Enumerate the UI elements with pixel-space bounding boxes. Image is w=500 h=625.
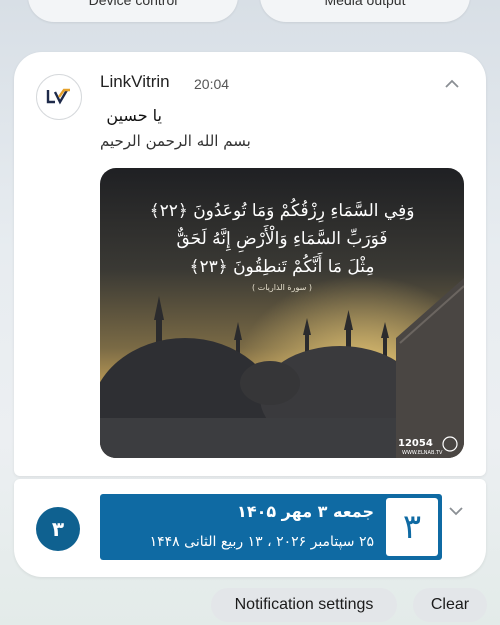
- notification-title: یا حسین: [106, 106, 162, 125]
- verse-line-1: وَفِي السَّمَاءِ رِزْقُكُمْ وَمَا تُوعَد…: [150, 198, 415, 223]
- calendar-date-card[interactable]: ۳ جمعه ۳ مهر ۱۴۰۵ ۲۵ سپتامبر ۲۰۲۶ ، ۱۳ ر…: [100, 494, 442, 560]
- app-name: LinkVitrin: [100, 72, 170, 91]
- verse-line-2: فَوَرَبِّ السَّمَاءِ وَالْأَرْضِ إِنَّهُ…: [176, 224, 387, 253]
- quick-tile-media-output[interactable]: Media output: [260, 0, 470, 22]
- notification-image[interactable]: وَفِي السَّمَاءِ رِزْقُكُمْ وَمَا تُوعَد…: [100, 168, 464, 458]
- expand-chevron-icon[interactable]: [444, 499, 468, 523]
- quick-tile-label: Device control: [88, 0, 178, 8]
- notification-body: بسم الله الرحمن الرحیم: [100, 132, 251, 150]
- persian-date: جمعه ۳ مهر ۱۴۰۵: [237, 502, 374, 521]
- gregorian-hijri-date: ۲۵ سپتامبر ۲۰۲۶ ، ۱۳ ربیع الثانی ۱۴۴۸: [149, 534, 374, 550]
- quick-tile-device-control[interactable]: Device control: [28, 0, 238, 22]
- calendar-notification-card[interactable]: ۳ ۳ جمعه ۳ مهر ۱۴۰۵ ۲۵ سپتامبر ۲۰۲۶ ، ۱۳…: [14, 479, 486, 577]
- site-watermark: WWW.ELNAB.TV: [402, 450, 443, 456]
- notification-settings-button[interactable]: Notification settings: [211, 588, 397, 622]
- calendar-app-icon: ۳: [36, 507, 80, 551]
- notification-time: 20:04: [194, 76, 230, 92]
- channel-id: 12054: [398, 438, 433, 449]
- clear-button[interactable]: Clear: [413, 588, 487, 622]
- verse-reference: ( سورة الذاريات ): [252, 283, 312, 292]
- linkvitrin-logo-icon: [36, 74, 82, 120]
- calendar-day-number: ۳: [386, 498, 438, 556]
- quick-tile-label: Media output: [324, 0, 406, 8]
- notification-card[interactable]: LinkVitrin 20:04 یا حسین بسم الله الرحمن…: [14, 52, 486, 476]
- collapse-chevron-icon[interactable]: [440, 72, 464, 96]
